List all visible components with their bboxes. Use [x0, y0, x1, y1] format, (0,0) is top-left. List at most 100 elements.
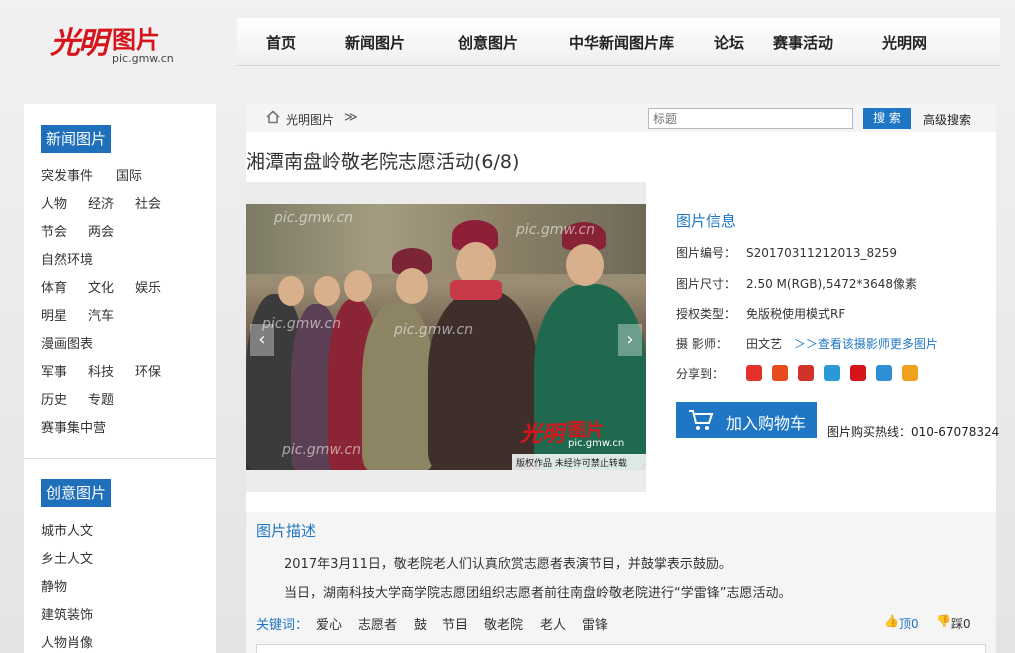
purchase-hotline: 图片购买热线：010-67078324 [827, 425, 1000, 439]
description-line-2: 当日，湖南科技大学商学院志愿团组织志愿者前往南盘岭敬老院进行“学雷锋”志愿活动。 [284, 586, 792, 601]
share-row: 分享到： [676, 365, 936, 385]
nav-photo-library[interactable]: 中华新闻图片库 [569, 32, 674, 53]
photo-watermark: pic.gmw.cn [282, 442, 362, 458]
thumbs-up-icon[interactable]: 👍 [884, 614, 899, 628]
nav-news-photos[interactable]: 新闻图片 [345, 32, 405, 53]
keyword[interactable]: 鼓 [414, 614, 427, 633]
logo-word: 图片 [112, 26, 160, 54]
info-row-photographer: 摄 影师： 田文艺 ＞＞查看该摄影师更多图片 [676, 335, 938, 352]
nav-home[interactable]: 首页 [266, 32, 296, 53]
logo-url: pic.gmw.cn [112, 52, 174, 65]
info-label: 图片编号： [676, 246, 737, 260]
main-content: 光明图片 ≫ 搜 索 高级搜索 湘潭南盘岭敬老院志愿活动(6/8) [246, 104, 1000, 653]
home-icon[interactable] [266, 110, 280, 124]
sidebar-item[interactable]: 自然环境 [41, 249, 93, 268]
keyword[interactable]: 爱心 [316, 614, 342, 633]
sidebar-item[interactable]: 静物 [41, 576, 67, 595]
search-input[interactable] [648, 108, 853, 129]
cart-label: 加入购物车 [726, 414, 807, 433]
photographer-more-link[interactable]: ＞＞查看该摄影师更多图片 [794, 337, 938, 351]
sidebar-item[interactable]: 历史 [41, 389, 67, 408]
up-count[interactable]: 顶0 [899, 615, 919, 632]
sidebar-item[interactable]: 两会 [88, 221, 114, 240]
photo-logo-script: 光明 [520, 421, 565, 447]
share-netease-icon[interactable] [850, 365, 866, 381]
sidebar-item[interactable]: 环保 [135, 361, 161, 380]
sidebar-item[interactable]: 突发事件 [41, 165, 93, 184]
keyword[interactable]: 节目 [442, 614, 468, 633]
description-line-1: 2017年3月11日，敬老院老人们认真欣赏志愿者表演节目，并鼓掌表示鼓励。 [284, 557, 732, 572]
creative-category-title[interactable]: 创意图片 [41, 479, 112, 507]
info-row-license: 授权类型： 免版税使用模式RF [676, 305, 845, 322]
nav-gmw[interactable]: 光明网 [882, 32, 927, 53]
breadcrumb-home[interactable]: 光明图片 [286, 111, 334, 128]
sidebar-item[interactable]: 社会 [135, 193, 161, 212]
comment-box[interactable] [256, 644, 986, 653]
breadcrumb-bar: 光明图片 ≫ 搜 索 高级搜索 [246, 104, 996, 132]
sidebar-item[interactable]: 汽车 [88, 305, 114, 324]
main-photo[interactable]: pic.gmw.cn pic.gmw.cn pic.gmw.cn pic.gmw… [246, 204, 646, 470]
share-qzone-icon[interactable] [824, 365, 840, 381]
share-renren-icon[interactable] [772, 365, 788, 381]
photo-watermark: pic.gmw.cn [394, 322, 474, 338]
sidebar-item[interactable]: 经济 [88, 193, 114, 212]
nav-creative-photos[interactable]: 创意图片 [458, 32, 518, 53]
info-label: 图片尺寸： [676, 277, 737, 291]
sidebar-item[interactable]: 国际 [116, 165, 142, 184]
nav-forum[interactable]: 论坛 [714, 32, 744, 53]
keyword[interactable]: 敬老院 [484, 614, 523, 633]
share-qq-icon[interactable] [876, 365, 892, 381]
sidebar-divider [24, 458, 216, 459]
info-row-size: 图片尺寸： 2.50 M(RGB),5472*3648像素 [676, 275, 917, 292]
sidebar-item[interactable]: 科技 [88, 361, 114, 380]
site-logo[interactable]: 光明 图片 pic.gmw.cn [50, 18, 180, 68]
sidebar-item[interactable]: 明星 [41, 305, 67, 324]
sidebar-item[interactable]: 节会 [41, 221, 67, 240]
info-value: S20170311212013_8259 [746, 246, 898, 260]
sidebar-item[interactable]: 乡土人文 [41, 548, 93, 567]
photographer-name[interactable]: 田文艺 [746, 337, 782, 351]
sidebar-item[interactable]: 文化 [88, 277, 114, 296]
photo-frame: pic.gmw.cn pic.gmw.cn pic.gmw.cn pic.gmw… [246, 182, 646, 492]
next-photo-arrow[interactable]: › [618, 324, 642, 356]
photo-logo-url: pic.gmw.cn [568, 438, 625, 449]
prev-photo-arrow[interactable]: ‹ [250, 324, 274, 356]
nav-events[interactable]: 赛事活动 [773, 32, 833, 53]
sidebar-item[interactable]: 漫画图表 [41, 333, 93, 352]
keyword[interactable]: 雷锋 [582, 614, 608, 633]
info-value: 免版税使用模式RF [746, 307, 846, 321]
sidebar-item[interactable]: 人物肖像 [41, 632, 93, 651]
sidebar-item[interactable]: 军事 [41, 361, 67, 380]
sidebar-item[interactable]: 城市人文 [41, 520, 93, 539]
share-douban-icon[interactable] [902, 365, 918, 381]
news-category-title[interactable]: 新闻图片 [41, 125, 112, 153]
add-to-cart-button[interactable]: 加入购物车 [676, 402, 817, 438]
logo-script: 光明 [50, 26, 108, 61]
info-heading: 图片信息 [676, 212, 737, 230]
sidebar-item[interactable]: 娱乐 [135, 277, 161, 296]
cart-icon [688, 408, 714, 432]
share-weibo-icon[interactable] [798, 365, 814, 381]
info-label: 摄 影师： [676, 337, 728, 351]
photo-watermark: pic.gmw.cn [274, 210, 354, 226]
keywords-label: 关键词： [256, 618, 309, 633]
breadcrumb-separator: ≫ [344, 110, 358, 125]
search-button[interactable]: 搜 索 [863, 108, 911, 129]
sidebar-item[interactable]: 建筑装饰 [41, 604, 93, 623]
sidebar-item[interactable]: 赛事集中营 [41, 417, 106, 436]
description-box: 图片描述 2017年3月11日，敬老院老人们认真欣赏志愿者表演节目，并鼓掌表示鼓… [246, 512, 996, 653]
photo-watermark: pic.gmw.cn [516, 222, 596, 238]
sidebar-item[interactable]: 体育 [41, 277, 67, 296]
info-value: 2.50 M(RGB),5472*3648像素 [746, 277, 918, 291]
down-count[interactable]: 踩0 [951, 615, 971, 632]
keyword[interactable]: 老人 [540, 614, 566, 633]
sidebar: 新闻图片 突发事件 国际 人物 经济 社会 节会 两会 自然环境 体育 文化 娱… [24, 104, 216, 653]
sidebar-item[interactable]: 人物 [41, 193, 67, 212]
keyword[interactable]: 志愿者 [358, 614, 397, 633]
share-google-icon[interactable] [746, 365, 762, 381]
copyright-notice: 版权作品 未经许可禁止转载 [516, 459, 627, 469]
photo-info-panel: 图片信息 图片编号： S20170311212013_8259 图片尺寸： 2.50… [676, 204, 996, 394]
thumbs-down-icon[interactable]: 👎 [936, 614, 951, 628]
sidebar-item[interactable]: 专题 [88, 389, 114, 408]
advanced-search-link[interactable]: 高级搜索 [923, 111, 971, 128]
